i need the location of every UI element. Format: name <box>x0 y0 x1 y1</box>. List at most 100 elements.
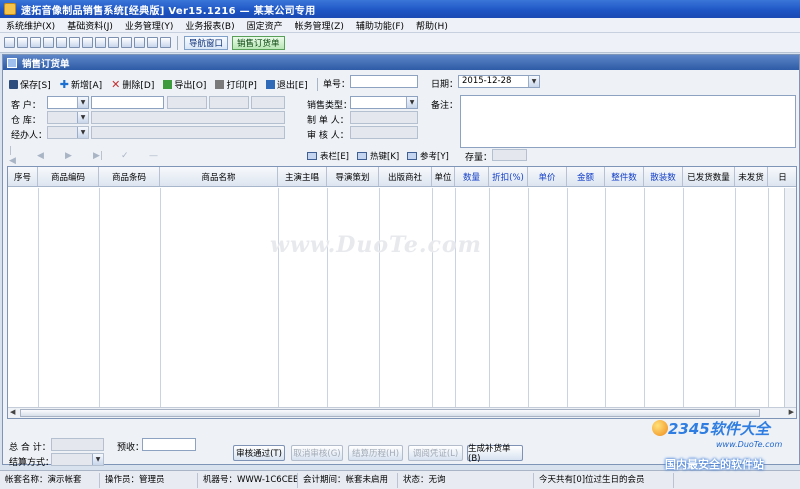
col-header-amount[interactable]: 金额 <box>567 167 605 186</box>
warehouse-select[interactable]: ▼ <box>47 111 89 124</box>
monitor-icon[interactable] <box>43 37 54 48</box>
chevron-down-icon[interactable]: ▼ <box>77 97 88 108</box>
list-icon[interactable] <box>30 37 41 48</box>
chevron-down-icon[interactable]: ▼ <box>77 112 88 123</box>
col-header-seq[interactable]: 序号 <box>8 167 38 186</box>
customer-label: 客 户： <box>11 101 41 111</box>
first-record-icon[interactable]: |◀ <box>9 146 17 166</box>
export-button[interactable]: 导出[O] <box>163 78 206 91</box>
plus-icon: ✚ <box>59 77 69 91</box>
cancel-record-icon[interactable]: — <box>149 151 158 161</box>
sales-type-label: 销售类型： <box>307 101 353 111</box>
col-header-shipped-qty[interactable]: 已发货数量 <box>683 167 735 186</box>
scroll-right-icon[interactable]: ▶ <box>789 408 794 416</box>
folder-icon[interactable] <box>95 37 106 48</box>
approve-button[interactable]: 审核通过(T) <box>233 445 285 461</box>
horizontal-scrollbar[interactable]: ◀ ▶ <box>8 407 796 418</box>
settle-history-button[interactable]: 结算历程(H) <box>348 445 403 461</box>
column-divider <box>683 188 684 407</box>
handler-select[interactable]: ▼ <box>47 126 89 139</box>
exit-button[interactable]: 退出[E] <box>265 78 308 91</box>
col-header-loose-count[interactable]: 散装数 <box>644 167 683 186</box>
export-icon <box>163 79 173 89</box>
delete-icon: ✕ <box>111 77 121 91</box>
menu-assist[interactable]: 辅助功能(F) <box>350 19 410 32</box>
col-header-barcode[interactable]: 商品条码 <box>99 167 160 186</box>
menu-business[interactable]: 业务管理(Y) <box>119 19 180 32</box>
generate-replenish-button[interactable]: 生成补货单(B) <box>467 444 523 464</box>
menu-fixed-assets[interactable]: 固定资产 <box>241 19 289 32</box>
save-icon[interactable] <box>121 37 132 48</box>
delete-button[interactable]: ✕ 删除[D] <box>111 78 154 91</box>
menu-bar: 系统维护(X) 基础资料(J) 业务管理(Y) 业务报表(B) 固定资产 帐务管… <box>0 18 800 33</box>
chevron-down-icon[interactable]: ▼ <box>528 76 539 87</box>
exit-icon[interactable] <box>160 37 171 48</box>
chevron-down-icon[interactable]: ▼ <box>77 127 88 138</box>
order-no-label: 单号： <box>323 80 351 90</box>
add-button[interactable]: ✚ 新增[A] <box>60 78 102 91</box>
transfer-icon[interactable] <box>82 37 93 48</box>
menu-reports[interactable]: 业务报表(B) <box>179 19 240 32</box>
reviewer-field <box>350 126 418 139</box>
order-no-input[interactable] <box>350 75 418 88</box>
new-doc-icon[interactable] <box>4 37 15 48</box>
vertical-scrollbar[interactable] <box>784 188 796 407</box>
settle-method-select[interactable]: ▼ <box>51 453 104 466</box>
col-header-publisher[interactable]: 出版商社 <box>379 167 432 186</box>
col-header-unshipped[interactable]: 未发货 <box>735 167 768 186</box>
col-header-artist[interactable]: 主演主唱 <box>278 167 327 186</box>
prepay-input[interactable] <box>142 438 196 451</box>
panel-header: 销售订货单 <box>3 55 799 70</box>
col-header-director[interactable]: 导演策划 <box>327 167 379 186</box>
menu-basic-data[interactable]: 基础资料(J) <box>61 19 119 32</box>
previous-record-icon[interactable]: ◀ <box>37 151 45 161</box>
window-icon[interactable] <box>17 37 28 48</box>
mail-icon[interactable] <box>108 37 119 48</box>
sales-order-tab[interactable]: 销售订货单 <box>232 35 285 50</box>
menu-system[interactable]: 系统维护(X) <box>0 19 61 32</box>
grid-body[interactable] <box>8 188 796 407</box>
col-header-price[interactable]: 单价 <box>528 167 567 186</box>
next-record-icon[interactable]: ▶ <box>65 151 73 161</box>
save-button[interactable]: 保存[S] <box>9 78 51 91</box>
remarks-textarea[interactable] <box>460 95 796 148</box>
nav-window-button[interactable]: 导航窗口 <box>184 35 229 50</box>
hotkey-button[interactable]: 热键[K] <box>357 150 399 162</box>
last-record-icon[interactable]: ▶| <box>93 151 103 161</box>
col-header-unit[interactable]: 单位 <box>432 167 455 186</box>
document-icon[interactable] <box>56 37 67 48</box>
col-header-name[interactable]: 商品名称 <box>160 167 278 186</box>
help-icon[interactable] <box>147 37 158 48</box>
print-button[interactable]: 打印[P] <box>215 78 257 91</box>
cancel-approve-button[interactable]: 取消审核(G) <box>291 445 343 461</box>
menu-accounts[interactable]: 帐务管理(Z) <box>289 19 350 32</box>
record-navigator: |◀ ◀ ▶ ▶| ✓ — 表栏[E] 热键[K] 参考[Y] 存量： <box>9 146 795 166</box>
users-icon[interactable] <box>69 37 80 48</box>
col-header-date[interactable]: 日 <box>768 167 796 186</box>
maker-field <box>350 111 418 124</box>
chevron-down-icon[interactable]: ▼ <box>92 454 103 465</box>
menu-help[interactable]: 帮助(H) <box>410 19 454 32</box>
col-header-discount[interactable]: 折扣(%) <box>489 167 528 186</box>
sales-type-select[interactable]: ▼ <box>350 96 418 109</box>
chevron-down-icon[interactable]: ▼ <box>406 97 417 108</box>
date-picker[interactable]: 2015-12-28 ▼ <box>458 75 540 88</box>
scroll-left-icon[interactable]: ◀ <box>10 408 15 416</box>
handler-name-field <box>91 126 285 139</box>
col-header-quantity[interactable]: 数量 <box>455 167 489 186</box>
remarks-label: 备注： <box>431 101 459 111</box>
reference-button[interactable]: 参考[Y] <box>407 150 449 162</box>
stock-label: 存量： <box>465 153 493 163</box>
print-icon <box>215 79 225 89</box>
scrollbar-thumb[interactable] <box>20 409 760 417</box>
print-icon[interactable] <box>134 37 145 48</box>
edit-record-icon[interactable]: ✓ <box>121 151 129 161</box>
view-voucher-button[interactable]: 调阅凭证(L) <box>408 445 463 461</box>
customer-type-select[interactable]: ▼ <box>47 96 89 109</box>
col-header-whole-count[interactable]: 整件数 <box>605 167 644 186</box>
column-divider <box>455 188 456 407</box>
columns-button[interactable]: 表栏[E] <box>307 150 349 162</box>
customer-code-input[interactable] <box>91 96 164 109</box>
order-items-grid[interactable]: 序号 商品编码 商品条码 商品名称 主演主唱 导演策划 出版商社 单位 数量 折… <box>7 166 797 419</box>
col-header-code[interactable]: 商品编码 <box>38 167 99 186</box>
